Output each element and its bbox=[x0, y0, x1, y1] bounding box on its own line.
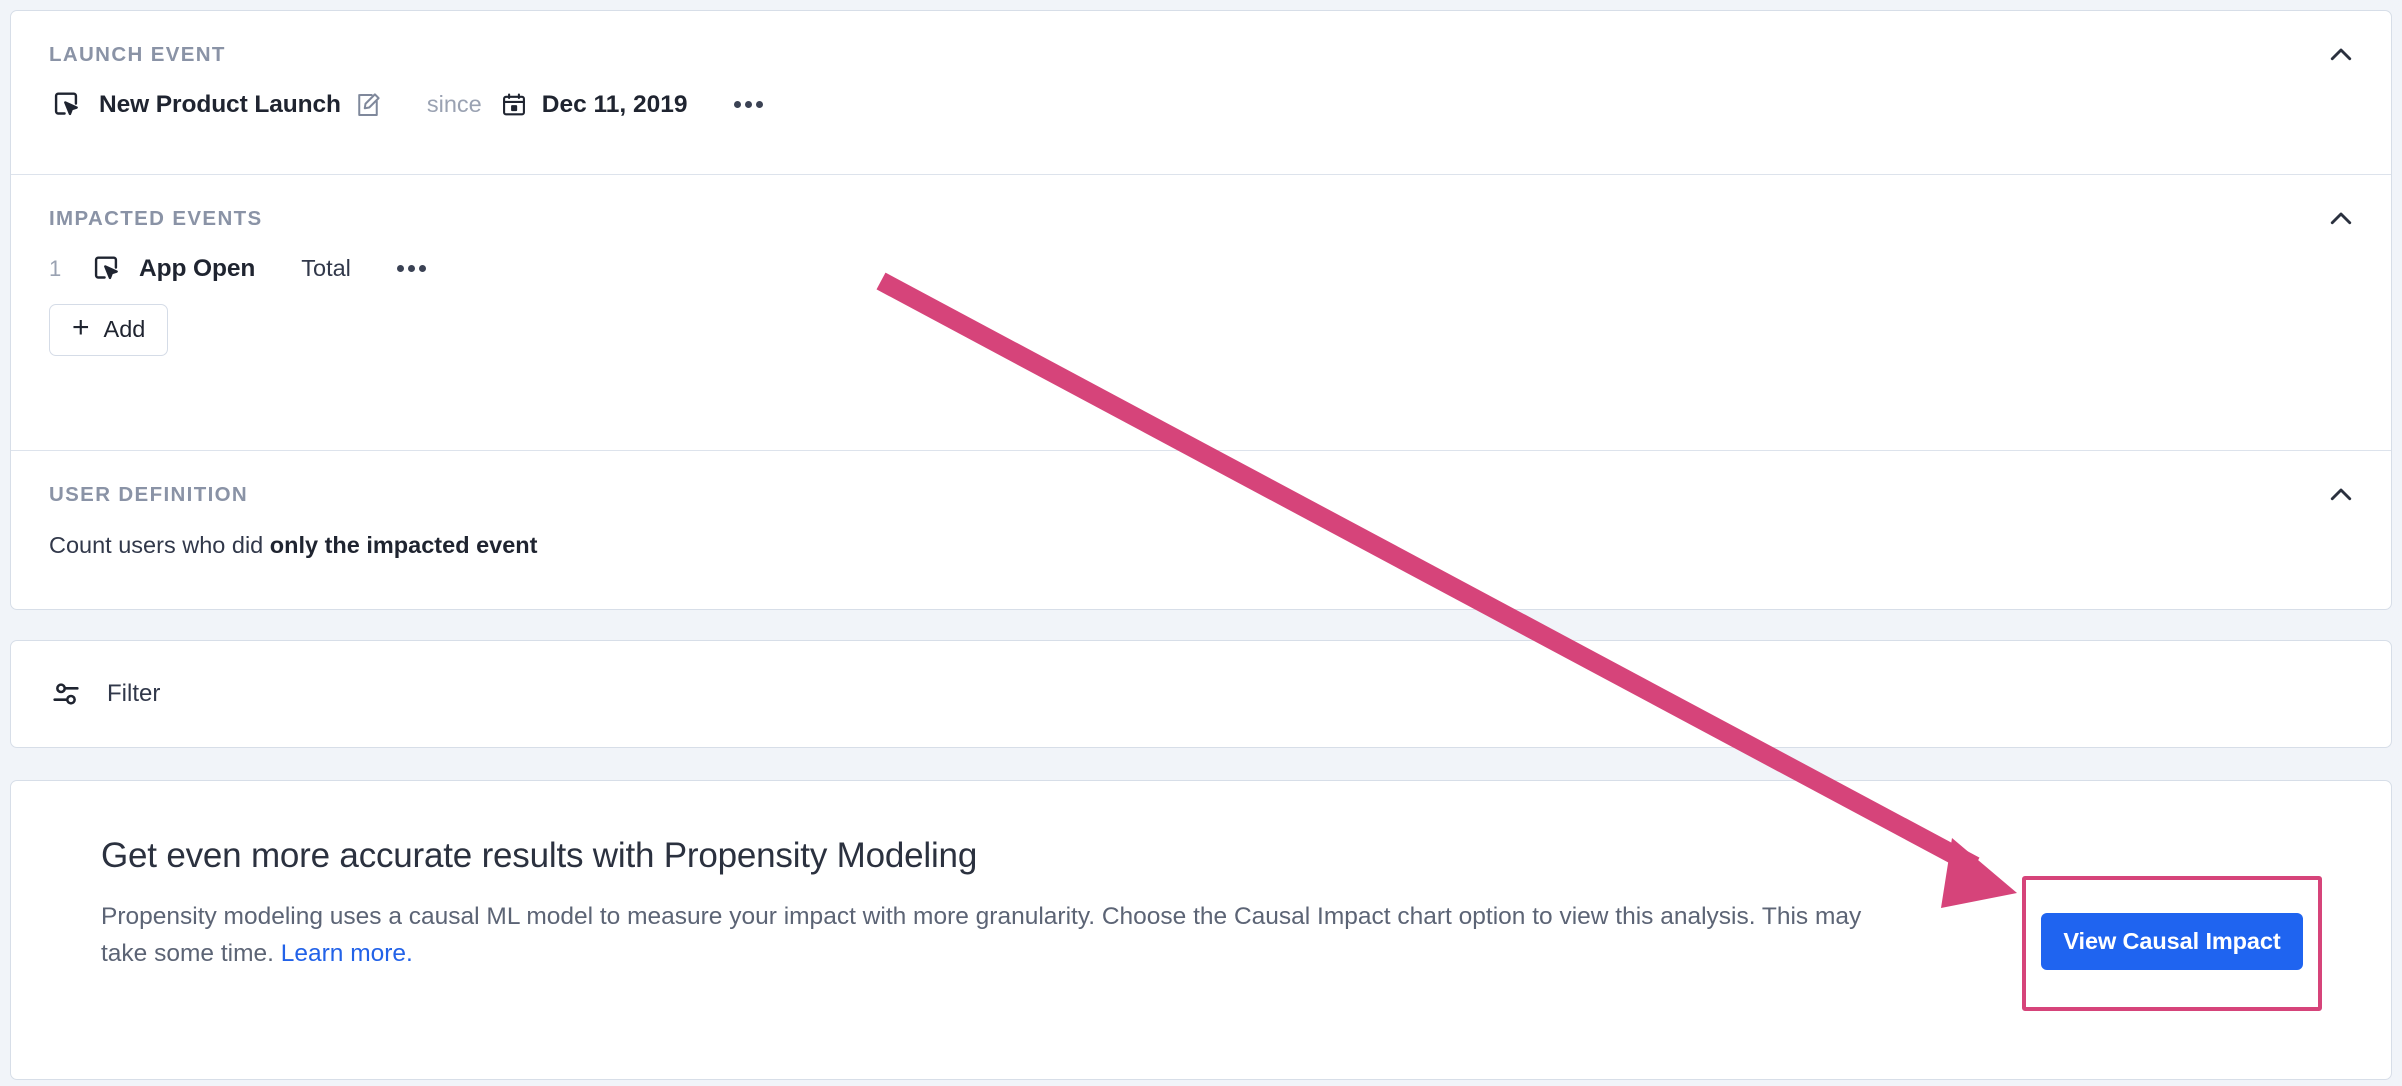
filter-row[interactable]: Filter bbox=[11, 641, 2391, 747]
add-impacted-event-button[interactable]: + Add bbox=[49, 303, 169, 356]
launch-event-name[interactable]: New Product Launch bbox=[99, 91, 341, 119]
impacted-events-label: IMPACTED EVENTS bbox=[49, 207, 263, 230]
screenshot-root: LAUNCH EVENT New Product Launch since De… bbox=[0, 0, 2402, 1086]
user-definition-label: USER DEFINITION bbox=[49, 483, 249, 506]
since-label: since bbox=[426, 91, 482, 117]
launch-event-row: New Product Launch since Dec 11, 2019 bbox=[49, 70, 2353, 152]
plus-icon: + bbox=[72, 310, 90, 344]
pencil-edit-icon[interactable] bbox=[353, 90, 383, 120]
user-definition-prefix: Count users who did bbox=[49, 531, 270, 558]
launch-event-date[interactable]: Dec 11, 2019 bbox=[542, 91, 688, 119]
calendar-icon bbox=[500, 91, 528, 119]
add-button-label: Add bbox=[103, 316, 146, 342]
user-definition-emphasis[interactable]: only the impacted event bbox=[270, 532, 538, 558]
impacted-event-aggregation[interactable]: Total bbox=[301, 255, 351, 282]
impacted-events-section: IMPACTED EVENTS 1 App Open Total + Add bbox=[11, 174, 2391, 450]
impacted-event-row: 1 App Open Total bbox=[49, 234, 2353, 304]
cursor-click-icon bbox=[49, 88, 83, 122]
launch-event-collapse-chevron-up-icon[interactable] bbox=[2321, 35, 2361, 75]
promo-title: Get even more accurate results with Prop… bbox=[101, 836, 978, 875]
filter-sliders-icon bbox=[49, 677, 83, 711]
impacted-event-ellipsis-icon[interactable] bbox=[395, 259, 428, 278]
launch-event-ellipsis-icon[interactable] bbox=[732, 95, 765, 114]
impacted-events-collapse-chevron-up-icon[interactable] bbox=[2321, 199, 2361, 239]
analysis-config-card: LAUNCH EVENT New Product Launch since De… bbox=[10, 10, 2392, 610]
cursor-click-icon bbox=[89, 252, 123, 286]
user-definition-text: Count users who did only the impacted ev… bbox=[49, 510, 2353, 591]
view-causal-impact-button[interactable]: View Causal Impact bbox=[2041, 913, 2303, 970]
learn-more-link[interactable]: Learn more. bbox=[281, 940, 413, 967]
launch-event-label: LAUNCH EVENT bbox=[49, 43, 226, 66]
impacted-event-index: 1 bbox=[49, 255, 62, 281]
impacted-event-name[interactable]: App Open bbox=[139, 255, 255, 283]
filter-label: Filter bbox=[107, 680, 161, 707]
user-definition-section: USER DEFINITION Count users who did only… bbox=[11, 450, 2391, 610]
launch-event-section: LAUNCH EVENT New Product Launch since De… bbox=[11, 11, 2391, 174]
filter-card[interactable]: Filter bbox=[10, 640, 2392, 748]
user-definition-collapse-chevron-up-icon[interactable] bbox=[2321, 475, 2361, 515]
promo-description: Propensity modeling uses a causal ML mod… bbox=[101, 898, 1881, 972]
